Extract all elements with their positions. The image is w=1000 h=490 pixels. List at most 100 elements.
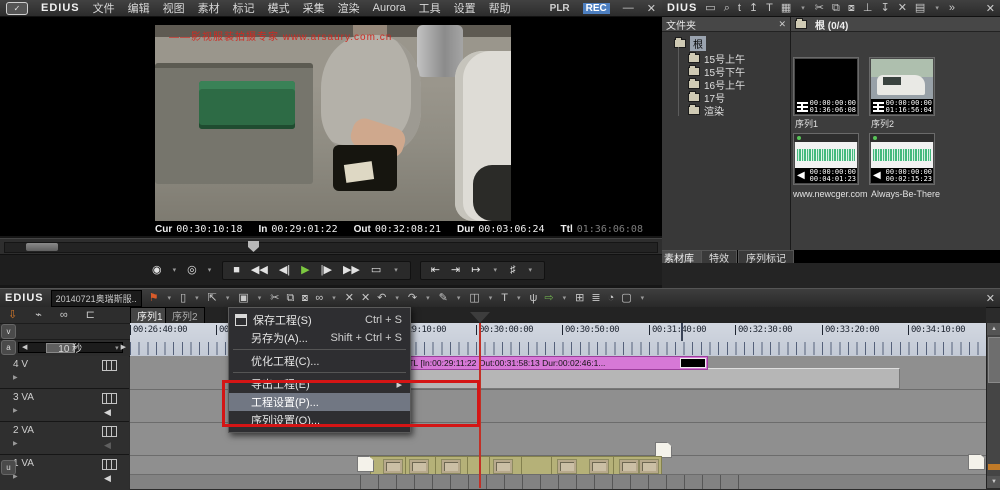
new-sequence-icon[interactable]: ▯ bbox=[180, 293, 186, 304]
paste-icon[interactable]: ⧇ bbox=[301, 293, 308, 304]
chevron-down-icon[interactable]: ▾ bbox=[528, 266, 532, 274]
expand-icon[interactable]: ▶ bbox=[13, 440, 18, 447]
undo-icon[interactable]: ↶ bbox=[377, 293, 386, 304]
snap-mode-icon[interactable]: ⌁ bbox=[35, 310, 42, 321]
speaker-icon[interactable]: ◀ bbox=[104, 473, 111, 484]
track-header-4v[interactable]: 4 V ▶ bbox=[0, 356, 129, 389]
search-icon[interactable]: ⌕ bbox=[724, 3, 730, 14]
seek-track[interactable] bbox=[4, 242, 658, 253]
chevron-down-icon[interactable]: ▾ bbox=[332, 294, 336, 302]
chevron-down-icon[interactable]: ▾ bbox=[395, 294, 399, 302]
play-button[interactable]: ▶ bbox=[301, 265, 309, 276]
link-mode-icon[interactable]: ⊏ bbox=[86, 310, 95, 321]
bin-clip-sequence2[interactable]: 00:00:00:0001:16:56:04 bbox=[869, 57, 935, 116]
capture-icon[interactable]: t bbox=[738, 3, 741, 14]
chevron-down-icon[interactable]: ▾ bbox=[394, 266, 398, 274]
image-icon[interactable]: ▦ bbox=[781, 3, 791, 14]
color-wheel-icon[interactable]: ◔ bbox=[608, 293, 615, 304]
speaker-muted-icon[interactable]: ◀ bbox=[104, 440, 111, 451]
menu-render[interactable]: 渲染 bbox=[338, 0, 360, 16]
delete-icon[interactable]: ✕ bbox=[898, 3, 907, 14]
rewind-button[interactable]: ◀◀ bbox=[251, 265, 268, 276]
timeline-vertical-scrollbar[interactable]: ▲ ▼ bbox=[986, 323, 1000, 488]
bin-clip-audio2[interactable]: ◀ 00:00:00:0000:02:15:23 bbox=[869, 133, 935, 185]
scroll-up-button[interactable]: ▲ bbox=[987, 323, 1000, 335]
menu-item-save-as[interactable]: 另存为(A)... Shift + Ctrl + S bbox=[229, 329, 410, 347]
open-project-icon[interactable]: ⇱ bbox=[208, 293, 217, 304]
chevron-down-icon[interactable]: ▾ bbox=[258, 294, 262, 302]
seek-bar[interactable] bbox=[0, 238, 662, 255]
menu-tools[interactable]: 工具 bbox=[419, 0, 441, 16]
loop-mode-icon[interactable]: ∞ bbox=[60, 310, 68, 321]
chevron-down-icon[interactable]: ▾ bbox=[173, 266, 177, 274]
save-project-icon[interactable]: ▣ bbox=[238, 293, 248, 304]
chevron-down-icon[interactable]: ▾ bbox=[489, 294, 493, 302]
video-toggle-button[interactable]: v bbox=[1, 324, 16, 339]
menu-item-consolidate-project[interactable]: 优化工程(C)... bbox=[229, 352, 410, 370]
voiceover-icon[interactable]: ψ bbox=[530, 293, 538, 304]
seek-handle[interactable] bbox=[26, 243, 58, 251]
expand-icon[interactable]: ▶ bbox=[13, 374, 18, 381]
mixer-icon[interactable]: ≣ bbox=[591, 293, 600, 304]
fast-forward-button[interactable]: ▶▶ bbox=[343, 265, 360, 276]
video-track-icon[interactable] bbox=[102, 426, 117, 437]
export-icon[interactable]: ↥ bbox=[749, 3, 758, 14]
grid-icon[interactable]: ⊞ bbox=[575, 293, 584, 304]
set-out-button[interactable]: ⇥ bbox=[451, 265, 460, 276]
chevron-down-icon[interactable]: ▾ bbox=[457, 294, 461, 302]
chevron-down-icon[interactable]: ▾ bbox=[208, 266, 212, 274]
transition-icon[interactable]: ◫ bbox=[469, 293, 479, 304]
redo-icon[interactable]: ↷ bbox=[408, 293, 417, 304]
mute-button[interactable]: u bbox=[1, 460, 16, 475]
menu-settings[interactable]: 设置 bbox=[454, 0, 476, 16]
close-button[interactable]: ✕ bbox=[647, 2, 656, 15]
project-flag-icon[interactable]: ⚑ bbox=[149, 293, 159, 304]
bin-clip-audio1[interactable]: ◀ 00:00:00:0000:04:01:23 bbox=[793, 133, 859, 185]
view-mode-icon[interactable]: ▤ bbox=[915, 3, 925, 14]
video-track-icon[interactable] bbox=[102, 360, 117, 371]
timeline-zoom-level[interactable]: 10 秒 bbox=[27, 340, 113, 355]
match-frame-icon[interactable]: ∞ bbox=[315, 293, 323, 304]
menu-edit[interactable]: 编辑 bbox=[128, 0, 150, 16]
tab-effects[interactable]: 特效 bbox=[701, 250, 737, 264]
monitor-icon[interactable]: ▢ bbox=[621, 293, 631, 304]
set-in-button[interactable]: ⇤ bbox=[431, 265, 440, 276]
export-icon[interactable]: ⇨ bbox=[544, 293, 553, 304]
video-track-icon[interactable] bbox=[102, 459, 117, 470]
delete-icon[interactable]: ✕ bbox=[361, 293, 370, 304]
insert-mode-icon[interactable]: ⇩ bbox=[8, 310, 17, 321]
new-folder-icon[interactable]: ▭ bbox=[705, 3, 715, 14]
clip-label[interactable]: 序列1 bbox=[795, 117, 818, 130]
scrollbar-thumb[interactable] bbox=[988, 337, 1000, 383]
chevron-down-icon[interactable]: ▾ bbox=[426, 294, 430, 302]
menu-mode[interactable]: 模式 bbox=[268, 0, 290, 16]
import-icon[interactable]: ↧ bbox=[880, 3, 889, 14]
speaker-icon[interactable]: ◀ bbox=[104, 407, 111, 418]
tab-sequence2[interactable]: 序列2 bbox=[165, 307, 205, 324]
close-icon[interactable]: ✕ bbox=[778, 19, 786, 30]
play-in-out-button[interactable]: ↦ bbox=[471, 265, 480, 276]
timeline-clip-olive[interactable] bbox=[370, 456, 662, 476]
chevron-down-icon[interactable]: ▾ bbox=[801, 4, 805, 12]
loop-button[interactable]: ▭ bbox=[371, 265, 381, 276]
chevron-down-icon[interactable]: ▾ bbox=[493, 266, 497, 274]
menu-view[interactable]: 视图 bbox=[163, 0, 185, 16]
menu-item-save-project[interactable]: 保存工程(S) Ctrl + S bbox=[229, 311, 410, 329]
chevron-down-icon[interactable]: ▾ bbox=[168, 294, 172, 302]
tree-item-folder[interactable]: 渲染 bbox=[688, 104, 790, 117]
title-icon[interactable]: T bbox=[501, 293, 508, 304]
playhead-handle[interactable] bbox=[470, 312, 490, 323]
copy-icon[interactable]: ⧉ bbox=[287, 293, 295, 304]
clip-label[interactable]: Always-Be-There bbox=[871, 189, 940, 199]
copy-icon[interactable]: ⧉ bbox=[832, 3, 840, 14]
menu-capture[interactable]: 采集 bbox=[303, 0, 325, 16]
menu-clip[interactable]: 素材 bbox=[198, 0, 220, 16]
shuttle-icon[interactable]: ◎ bbox=[187, 265, 197, 276]
chevron-down-icon[interactable]: ▾ bbox=[115, 344, 119, 352]
clip-label[interactable]: www.newcger.com bbox=[793, 189, 868, 199]
video-track-icon[interactable] bbox=[102, 393, 117, 404]
edit-mode-icon[interactable]: ✎ bbox=[439, 293, 448, 304]
menu-help[interactable]: 帮助 bbox=[489, 0, 511, 16]
tab-sequence1[interactable]: 序列1 bbox=[130, 307, 170, 324]
minimize-button[interactable]: — bbox=[623, 2, 634, 14]
